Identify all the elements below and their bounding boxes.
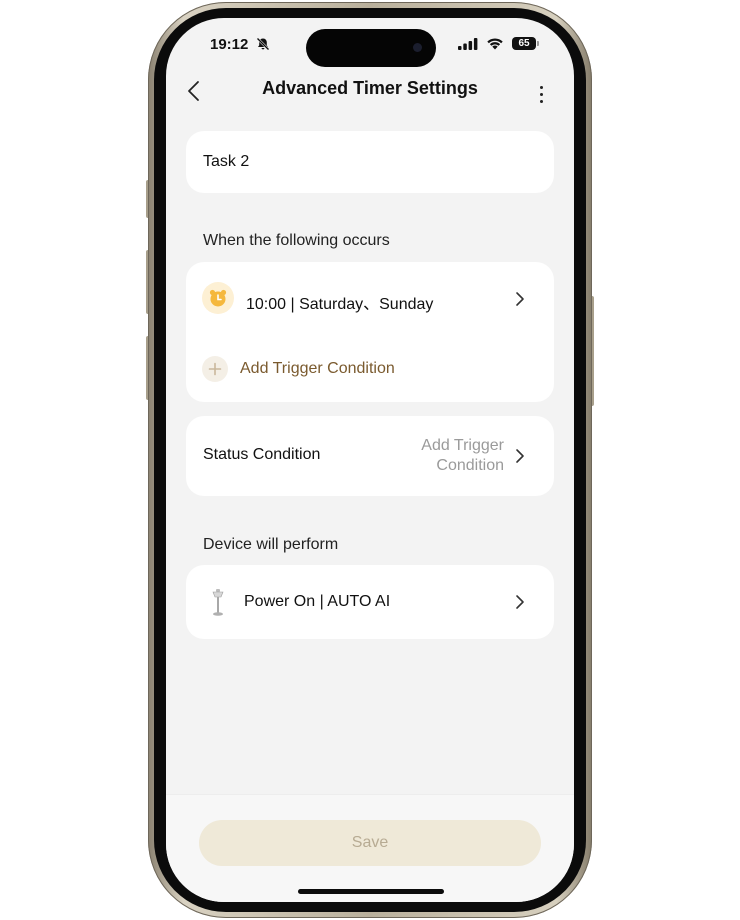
chevron-right-icon [516,449,524,463]
plus-glyph [208,362,222,376]
status-time: 19:12 [210,36,249,53]
app-screen: 19:12 65 Advanced Timer Settings Task 2 … [166,18,574,902]
task-name: Task 2 [203,153,250,170]
perform-section-label: Device will perform [203,536,339,553]
status-condition-label: Status Condition [203,446,321,463]
action-card[interactable]: Power On | AUTO AI [186,565,554,639]
more-options-button[interactable] [530,80,552,108]
alarm-clock-glyph [209,289,227,307]
humidifier-device-icon [212,589,224,616]
trigger-card: 10:00 | Saturday、Sunday Add Trigger Cond… [186,262,554,402]
chevron-right-icon [516,595,524,609]
add-trigger-label: Add Trigger Condition [240,360,395,377]
signal-icon [458,38,478,50]
wifi-icon [487,38,503,50]
dynamic-island [306,29,436,67]
task-name-card[interactable]: Task 2 [186,131,554,193]
plus-icon [202,356,228,382]
schedule-trigger-row[interactable]: 10:00 | Saturday、Sunday [186,262,554,334]
alarm-clock-icon [202,282,234,314]
chevron-right-icon [516,292,524,306]
status-condition-value: Add Trigger Condition [421,437,504,474]
more-vertical-icon-dot [539,100,543,103]
add-trigger-row[interactable]: Add Trigger Condition [186,342,554,398]
page-title: Advanced Timer Settings [262,78,478,98]
status-condition-card[interactable]: Status Condition Add Trigger Condition [186,416,554,496]
more-vertical-icon-dot [539,86,543,89]
home-indicator[interactable] [298,889,444,894]
action-text: Power On | AUTO AI [244,593,391,610]
bell-slash-icon [256,37,270,51]
more-vertical-icon-dot [539,93,543,96]
schedule-text: 10:00 | Saturday、Sunday [246,296,434,313]
battery-icon: 65 [512,37,536,50]
when-section-label: When the following occurs [203,232,390,249]
battery-tip [537,41,539,46]
save-button[interactable]: Save [199,820,541,866]
camera-lens [413,43,422,52]
